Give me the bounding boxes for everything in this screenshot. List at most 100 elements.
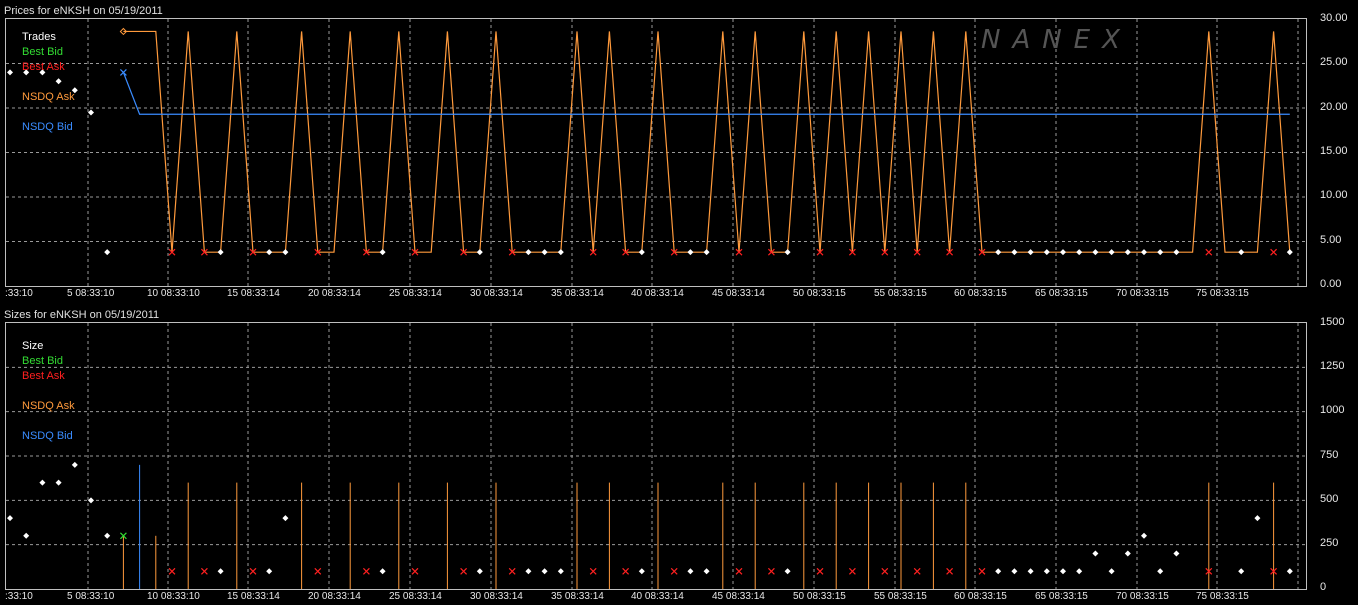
x-tick-label: 25 08:33:14 [389, 591, 442, 602]
y-tick-label: 10.00 [1320, 189, 1348, 202]
price-plot-area[interactable]: NANEX Trades Best Bid Best Ask NSDQ Ask NSDQ… [5, 18, 1307, 287]
trade-size-point [1076, 568, 1083, 575]
trade-point [1027, 249, 1034, 256]
trade-size-point [217, 568, 224, 575]
trade-size-point [1157, 568, 1164, 575]
trade-size-point [104, 532, 111, 539]
x-tick-label: 75 08:33:15 [1196, 288, 1249, 299]
trade-size-point [55, 479, 62, 486]
best-ask-size-point [767, 567, 775, 575]
trade-point [1092, 249, 1099, 256]
best-ask-point [1270, 248, 1278, 256]
y-tick-label: 20.00 [1320, 100, 1348, 113]
x-tick-label: 45 08:33:14 [712, 288, 765, 299]
trade-point [1141, 249, 1147, 256]
x-tick-label: 20 08:33:14 [308, 591, 361, 602]
x-tick-label: 35 08:33:14 [551, 591, 604, 602]
trade-size-point [525, 568, 532, 575]
x-tick-label: 75 08:33:15 [1196, 591, 1249, 602]
x-tick-label: 50 08:33:15 [793, 288, 846, 299]
legend-item-nsdq-ask: NSDQ Ask [22, 400, 75, 412]
legend-item-best-ask: Best Ask [22, 61, 65, 73]
trade-size-point [266, 568, 273, 575]
trade-size-point [638, 568, 645, 575]
nanex-watermark: NANEX [981, 25, 1132, 55]
nsdq-ask-line [123, 30, 1291, 253]
x-tick-label: 15 08:33:14 [227, 591, 280, 602]
legend-item-nsdq-bid: NSDQ Bid [22, 430, 73, 442]
trade-point [217, 249, 224, 256]
trade-point [638, 249, 645, 256]
trade-size-point [1060, 568, 1066, 575]
trade-point [703, 249, 710, 256]
trade-size-point [282, 515, 289, 522]
best-ask-size-point [946, 567, 954, 575]
x-tick-label: 10 08:33:10 [147, 591, 200, 602]
x-tick-label: 30 08:33:14 [470, 288, 523, 299]
trade-point [995, 249, 1002, 256]
trade-size-point [1254, 515, 1261, 522]
x-tick-label: 30 08:33:14 [470, 591, 523, 602]
y-tick-label: 15.00 [1320, 145, 1348, 157]
trade-point [266, 249, 273, 256]
trade-size-point [1092, 550, 1099, 557]
x-tick-label: 25 08:33:14 [389, 288, 442, 299]
best-ask-size-point [589, 567, 597, 575]
best-ask-size-point [411, 567, 419, 575]
trade-point [687, 249, 694, 256]
x-tick-label: 65 08:33:15 [1035, 591, 1088, 602]
legend-item-trades: Trades [22, 31, 56, 43]
trade-point [7, 69, 13, 76]
trade-size-point [23, 532, 30, 539]
x-tick-label: 35 08:33:14 [551, 288, 604, 299]
y-tick-label: 1000 [1320, 404, 1345, 417]
size-plot-area[interactable]: Size Best Bid Best Ask NSDQ Ask NSDQ Bid [5, 322, 1307, 590]
nsdq-bid-start-marker [119, 68, 127, 76]
legend-item-best-bid: Best Bid [22, 355, 63, 367]
trade-point [1076, 249, 1083, 256]
x-tick-label: 40 08:33:14 [631, 591, 684, 602]
best-ask-size-point [735, 567, 743, 575]
x-tick-label: 45 08:33:14 [712, 591, 765, 602]
trade-size-point [687, 568, 694, 575]
price-chart-svg [6, 19, 1306, 286]
legend-item-size: Size [22, 340, 44, 352]
trade-size-point [379, 568, 386, 575]
trade-size-point [541, 568, 548, 575]
trade-size-point [703, 568, 710, 575]
y-tick-label: 1250 [1320, 360, 1345, 373]
trade-size-point [1286, 568, 1293, 575]
y-tick-label: 750 [1320, 448, 1339, 461]
best-ask-size-point [508, 567, 516, 575]
x-tick-label: 65 08:33:15 [1035, 288, 1088, 299]
trade-point [541, 249, 548, 256]
trade-size-point [1238, 568, 1245, 575]
size-chart-svg [6, 323, 1306, 589]
trade-point [88, 109, 94, 116]
y-tick-label: 500 [1320, 492, 1339, 505]
trade-size-point [1043, 568, 1050, 575]
x-tick-label: 40 08:33:14 [631, 288, 684, 299]
x-tick-label: 50 08:33:15 [793, 591, 846, 602]
y-tick-label: 250 [1320, 536, 1339, 549]
trade-size-point [1173, 550, 1180, 557]
size-panel-title: Sizes for eNKSH on 05/19/2011 [4, 309, 160, 321]
x-tick-label: 15 08:33:14 [227, 288, 280, 299]
best-ask-point [1205, 248, 1213, 256]
best-ask-size-point [314, 567, 322, 575]
best-ask-size-point [200, 567, 208, 575]
trade-size-point [1027, 568, 1034, 575]
price-panel-title: Prices for eNKSH on 05/19/2011 [4, 5, 163, 17]
trade-point [476, 249, 483, 256]
x-tick-label: :33:10 [5, 591, 33, 602]
best-ask-size-point [249, 567, 257, 575]
x-tick-label: 5 08:33:10 [67, 288, 115, 299]
trade-point [1011, 249, 1018, 256]
trade-point [1043, 249, 1050, 256]
trade-point [379, 249, 386, 256]
best-ask-size-point [881, 567, 889, 575]
best-ask-size-point [622, 567, 630, 575]
x-tick-label: 20 08:33:14 [308, 288, 361, 299]
x-tick-label: 5 08:33:10 [67, 591, 115, 602]
x-tick-label: :33:10 [5, 288, 33, 299]
